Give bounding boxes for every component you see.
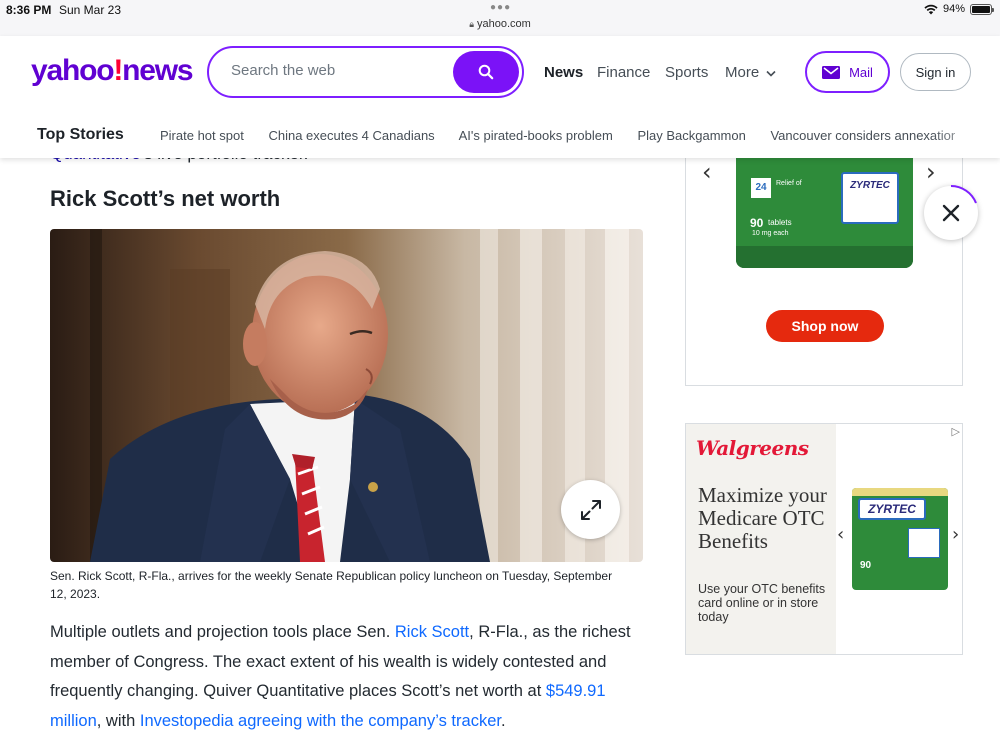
nav-finance[interactable]: Finance	[597, 64, 650, 81]
zyrtec-package-image: 24 Relief of ZYRTEC 90 tablets 10 mg eac…	[736, 150, 913, 268]
status-bar: 8:36 PM Sun Mar 23 ●●● 🔒︎ yahoo.com 94%	[0, 0, 1000, 36]
top-story-link[interactable]: Vancouver considers annexation	[770, 128, 955, 143]
logo-news-text: news	[122, 54, 193, 87]
ad-choices-icon[interactable]: ▷	[952, 425, 960, 438]
address-url: yahoo.com	[476, 18, 531, 30]
loading-ring-icon	[950, 185, 977, 204]
search-icon	[478, 64, 494, 80]
top-stories-title: Top Stories	[37, 126, 124, 143]
paragraph-text: .	[500, 711, 506, 730]
mail-button[interactable]: Mail	[805, 51, 890, 93]
top-story-link[interactable]: China executes 4 Canadians	[268, 128, 434, 143]
box-24-badge: 24	[751, 178, 771, 198]
box-count-label: tablets	[768, 218, 792, 227]
ad2-prev-arrow-icon[interactable]: ‹	[837, 524, 844, 545]
yahoo-news-logo[interactable]: yahoo!news	[31, 54, 194, 88]
photo-caption: Sen. Rick Scott, R-Fla., arrives for the…	[50, 569, 613, 601]
logo-bang: !	[113, 54, 123, 87]
expand-photo-button[interactable]	[561, 480, 620, 539]
mail-label: Mail	[849, 64, 873, 80]
section-heading: Rick Scott’s net worth	[50, 186, 281, 211]
top-stories-fade	[930, 121, 1000, 151]
chevron-down-icon	[766, 70, 776, 77]
walgreens-ad[interactable]: Walgreens Maximize your Medicare OTC Ben…	[685, 423, 963, 655]
search-input[interactable]	[231, 62, 451, 79]
search-box	[207, 46, 524, 98]
battery-icon	[970, 3, 994, 15]
box-count: 90	[750, 216, 764, 230]
box-dose: 10 mg each	[752, 230, 789, 237]
search-button[interactable]	[453, 51, 519, 93]
paragraph-text: , with	[96, 711, 140, 730]
zyrtec-label: ZYRTEC	[841, 172, 899, 224]
investopedia-link[interactable]: Investopedia agreeing with the company’s…	[140, 712, 501, 730]
nav-more-label: More	[725, 64, 760, 81]
rick-scott-link[interactable]: Rick Scott	[395, 623, 469, 641]
top-story-link[interactable]: Play Backgammon	[637, 128, 745, 143]
status-time: 8:36 PM	[6, 3, 52, 17]
article-paragraph: Multiple outlets and projection tools pl…	[50, 618, 650, 736]
battery-percent: 94%	[942, 3, 965, 15]
multitask-dots-icon[interactable]: ●●●	[490, 2, 511, 13]
address-bar[interactable]: 🔒︎ yahoo.com	[0, 18, 1000, 30]
nav-more[interactable]: More	[725, 64, 776, 81]
top-story-link[interactable]: Pirate hot spot	[160, 128, 244, 143]
box-relief-text: Relief of	[776, 180, 802, 187]
logo-yahoo-text: yahoo	[31, 54, 115, 87]
walgreens-subtext: Use your OTC benefits card online or in …	[698, 582, 826, 624]
article-photo[interactable]	[50, 229, 643, 562]
zyrtec-label-2: ZYRTEC	[858, 498, 926, 520]
walgreens-headline: Maximize your Medicare OTC Benefits	[698, 483, 827, 553]
site-header: yahoo!news News Finance Sports More Mail…	[0, 36, 1000, 158]
lock-icon: 🔒︎	[469, 19, 474, 29]
box-count-2: 90	[860, 560, 872, 571]
sign-in-button[interactable]: Sign in	[900, 53, 971, 91]
nav-sports[interactable]: Sports	[665, 64, 708, 81]
expand-icon	[580, 499, 601, 520]
zyrtec-package-image-2: ZYRTEC 90	[852, 488, 948, 590]
mail-icon	[822, 65, 841, 79]
shop-now-button[interactable]: Shop now	[766, 310, 884, 342]
top-stories-list: Pirate hot spot China executes 4 Canadia…	[160, 128, 955, 143]
wifi-icon	[924, 4, 938, 14]
top-story-link[interactable]: AI's pirated-books problem	[459, 128, 613, 143]
ad-prev-arrow-icon[interactable]: ‹	[702, 158, 712, 186]
walgreens-logo: Walgreens	[696, 436, 809, 460]
paragraph-text: Multiple outlets and projection tools pl…	[50, 623, 395, 641]
status-date: Sun Mar 23	[59, 3, 122, 17]
rick-scott-photo	[50, 229, 643, 562]
ad2-next-arrow-icon[interactable]: ›	[952, 524, 959, 545]
nav-news[interactable]: News	[544, 64, 583, 81]
ad-next-arrow-icon[interactable]: ›	[926, 158, 936, 186]
